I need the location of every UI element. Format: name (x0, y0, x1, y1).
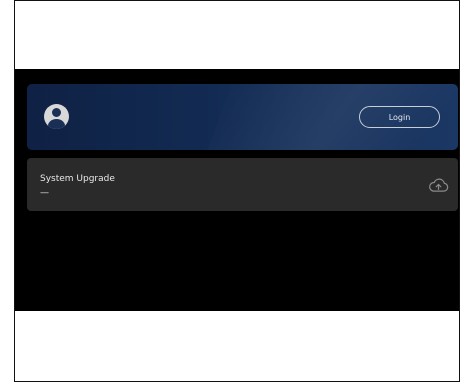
app-screen: Login System Upgrade — (15, 69, 459, 311)
cloud-upload-icon[interactable] (428, 177, 449, 193)
login-button[interactable]: Login (359, 106, 440, 128)
system-upgrade-status: — (40, 188, 49, 198)
avatar-head (52, 108, 61, 117)
account-card: Login (27, 84, 458, 150)
avatar-shoulders (48, 119, 65, 129)
system-upgrade-title: System Upgrade (40, 174, 115, 184)
system-upgrade-card[interactable]: System Upgrade — (27, 158, 458, 211)
user-avatar-icon[interactable] (44, 104, 69, 129)
